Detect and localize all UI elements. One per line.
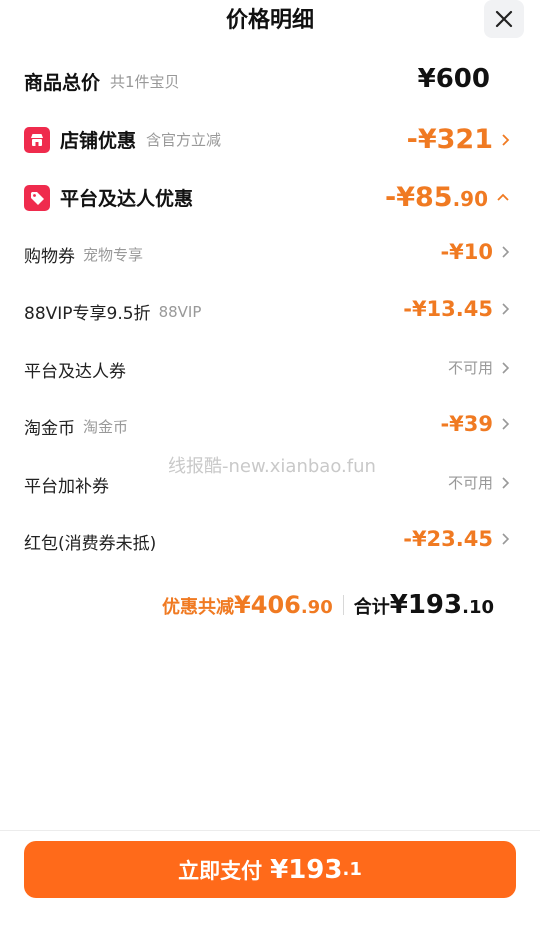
item-label: 购物券 <box>24 247 75 267</box>
item-value: -¥10 <box>440 240 493 264</box>
chevron-right-icon <box>501 361 510 375</box>
list-item[interactable]: 88VIP专享9.5折 88VIP -¥13.45 <box>0 297 540 327</box>
item-label: 88VIP专享9.5折 <box>24 304 151 324</box>
item-value: -¥23.45 <box>403 527 493 551</box>
total-amount: ¥193 <box>389 590 463 620</box>
subtotal-sub-label: 共1件宝贝 <box>110 73 180 91</box>
chevron-right-icon <box>501 302 510 316</box>
chevron-right-icon <box>501 417 510 431</box>
chevron-right-icon <box>501 133 510 147</box>
platform-discount-decimal: .90 <box>452 187 488 211</box>
list-item[interactable]: 平台加补券 不可用 <box>0 470 540 500</box>
pay-button-label: 立即支付 <box>178 858 263 883</box>
subtotal-label: 商品总价 <box>24 72 101 94</box>
item-label: 红包(消费券未抵) <box>24 534 157 554</box>
item-value: -¥39 <box>440 412 493 436</box>
platform-discount-amount: -¥85 <box>384 182 453 213</box>
discount-total-decimal: .90 <box>300 597 333 618</box>
close-icon <box>495 10 513 28</box>
header: 价格明细 <box>0 0 540 40</box>
footer-divider <box>0 830 540 831</box>
total-label: 合计 <box>353 597 390 618</box>
item-value: 不可用 <box>447 474 493 492</box>
store-icon <box>24 126 50 153</box>
pay-button-amount: ¥193 <box>270 854 343 885</box>
item-value: 不可用 <box>447 359 493 377</box>
discount-total-amount: ¥406 <box>234 591 301 619</box>
chevron-up-icon <box>496 193 510 202</box>
list-item[interactable]: 红包(消费券未抵) -¥23.45 <box>0 527 540 557</box>
shop-discount-sub-label: 含官方立减 <box>146 131 222 149</box>
price-summary: 优惠共减 ¥406 .90 合计 ¥193 .10 <box>162 590 494 620</box>
item-value: -¥13.45 <box>403 297 493 321</box>
summary-divider <box>342 595 344 615</box>
item-label: 平台及达人券 <box>24 362 126 382</box>
item-sub-label: 宠物专享 <box>83 246 144 264</box>
item-sub-label: 88VIP <box>158 302 202 321</box>
shop-discount-label: 店铺优惠 <box>60 130 137 152</box>
chevron-right-icon <box>501 476 510 490</box>
pay-now-button[interactable]: 立即支付 ¥193 .1 <box>24 841 516 898</box>
subtotal-row: 商品总价 共1件宝贝 ¥600 <box>0 64 540 100</box>
shop-discount-row[interactable]: 店铺优惠 含官方立减 -¥321 <box>0 122 540 158</box>
page-title: 价格明细 <box>225 8 314 33</box>
item-label: 淘金币 <box>24 419 75 439</box>
pay-button-decimal: .1 <box>342 859 362 880</box>
discount-total-label: 优惠共减 <box>162 597 235 618</box>
close-button[interactable] <box>484 0 524 38</box>
tag-icon <box>24 184 50 211</box>
subtotal-amount: ¥600 <box>417 64 490 94</box>
list-item[interactable]: 购物券 宠物专享 -¥10 <box>0 240 540 270</box>
platform-discount-label: 平台及达人优惠 <box>60 188 194 210</box>
chevron-right-icon <box>501 532 510 546</box>
chevron-right-icon <box>501 245 510 259</box>
item-label: 平台加补券 <box>24 477 109 497</box>
platform-discount-row[interactable]: 平台及达人优惠 -¥85 .90 <box>0 180 540 216</box>
total-decimal: .10 <box>462 597 494 618</box>
list-item[interactable]: 平台及达人券 不可用 <box>0 355 540 385</box>
list-item[interactable]: 淘金币 淘金币 -¥39 <box>0 412 540 442</box>
shop-discount-amount: -¥321 <box>406 124 493 155</box>
item-sub-label: 淘金币 <box>83 418 129 436</box>
